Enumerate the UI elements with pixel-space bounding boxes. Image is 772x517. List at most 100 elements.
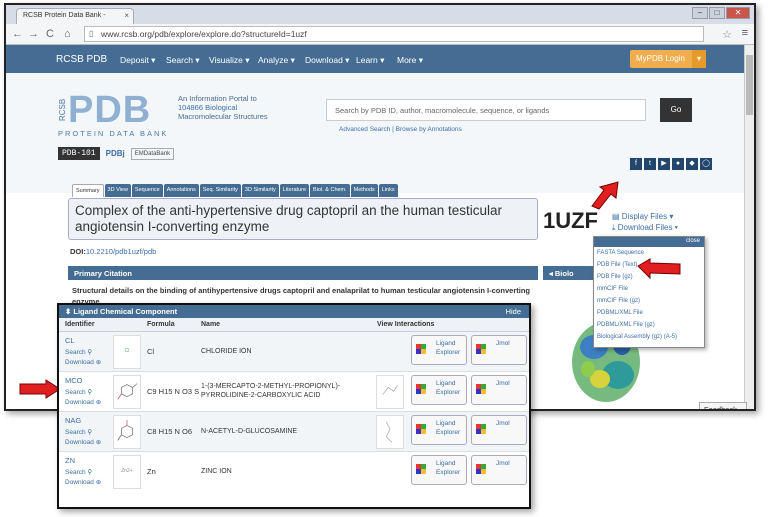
close-window-button[interactable]: ✕ bbox=[726, 7, 750, 19]
ligand-download-link[interactable]: Download ⊕ bbox=[65, 358, 101, 366]
facebook-icon[interactable]: f bbox=[630, 158, 642, 170]
menu-item-pdbml-gz[interactable]: PDBML/XML File (gz) bbox=[594, 319, 704, 331]
biological-assembly-header: ◂ Biolo bbox=[543, 266, 595, 280]
chevron-down-icon[interactable]: ▾ bbox=[692, 50, 706, 68]
navbar-brand[interactable]: RCSB PDB bbox=[56, 54, 107, 65]
minimize-button[interactable]: – bbox=[692, 7, 708, 19]
tab-sequence[interactable]: Sequence bbox=[131, 184, 163, 197]
ligand-search-link[interactable]: Search ⚲ bbox=[65, 428, 92, 436]
ligand-download-link[interactable]: Download ⊕ bbox=[65, 438, 101, 446]
tab-close-icon[interactable]: × bbox=[124, 11, 129, 20]
tab-literature[interactable]: Literature bbox=[279, 184, 310, 197]
ligand-explorer-icon bbox=[416, 344, 426, 354]
menu-item-mmcif[interactable]: mmCIF File bbox=[594, 283, 704, 295]
jmol-icon bbox=[476, 344, 486, 354]
tab-biol-chem[interactable]: Biol. & Chem. bbox=[310, 184, 350, 197]
ligand-id[interactable]: NAG bbox=[65, 416, 81, 425]
jmol-icon bbox=[476, 424, 486, 434]
nav-analyze[interactable]: Analyze ▾ bbox=[258, 55, 295, 66]
youtube-icon[interactable]: ▶ bbox=[658, 158, 670, 170]
ligand-structure-image[interactable]: Cl bbox=[113, 335, 141, 369]
portal-line: Macromolecular Structures bbox=[178, 112, 268, 121]
interaction-thumbnail[interactable] bbox=[376, 375, 404, 409]
apple-icon[interactable]: ● bbox=[672, 158, 684, 170]
feedback-button[interactable]: Feedback bbox=[699, 402, 747, 409]
tab-links[interactable]: Links bbox=[378, 184, 398, 197]
go-button[interactable]: Go bbox=[660, 98, 692, 122]
jmol-button[interactable]: Jmol bbox=[471, 415, 527, 445]
forward-icon[interactable]: → bbox=[28, 28, 39, 40]
ligand-download-link[interactable]: Download ⊕ bbox=[65, 478, 101, 486]
jmol-button[interactable]: Jmol bbox=[471, 375, 527, 405]
menu-close-button[interactable]: close bbox=[594, 237, 704, 247]
page-scrollbar[interactable] bbox=[744, 45, 754, 409]
scrollbar-thumb[interactable] bbox=[746, 55, 753, 115]
pdb101-logo[interactable]: PDB-101 bbox=[58, 147, 100, 160]
nav-search[interactable]: Search ▾ bbox=[166, 55, 200, 66]
tab-annotations[interactable]: Annotations bbox=[163, 184, 199, 197]
advanced-search-link[interactable]: Advanced Search | Browse by Annotations bbox=[339, 126, 462, 133]
jmol-icon bbox=[476, 464, 486, 474]
back-icon[interactable]: ← bbox=[12, 28, 23, 40]
social-icons: f t ▶ ● ◆ ◯ bbox=[630, 158, 712, 170]
red-arrow-icon bbox=[19, 379, 61, 399]
nav-visualize[interactable]: Visualize ▾ bbox=[209, 55, 250, 66]
browser-menu-icon[interactable]: ≡ bbox=[742, 27, 748, 39]
reload-icon[interactable]: C bbox=[46, 28, 54, 40]
android-icon[interactable]: ◆ bbox=[686, 158, 698, 170]
jmol-button[interactable]: Jmol bbox=[471, 455, 527, 485]
jmol-button[interactable]: Jmol bbox=[471, 335, 527, 365]
ligand-id[interactable]: MCO bbox=[65, 376, 83, 385]
pdbj-logo[interactable]: PDBj bbox=[106, 149, 125, 158]
download-files-dropdown[interactable]: ⤓ Download Files ▾ bbox=[612, 223, 678, 233]
ligand-search-link[interactable]: Search ⚲ bbox=[65, 388, 92, 396]
tab-3d-view[interactable]: 3D View bbox=[104, 184, 131, 197]
nav-download[interactable]: Download ▾ bbox=[305, 55, 349, 66]
github-icon[interactable]: ◯ bbox=[700, 158, 712, 170]
jmol-label: Jmol bbox=[496, 380, 510, 387]
interaction-thumbnail[interactable] bbox=[376, 415, 404, 449]
twitter-icon[interactable]: t bbox=[644, 158, 656, 170]
ligand-search-link[interactable]: Search ⚲ bbox=[65, 468, 92, 476]
ligand-id[interactable]: CL bbox=[65, 336, 75, 345]
nav-more[interactable]: More ▾ bbox=[397, 55, 423, 66]
portal-line: An Information Portal to bbox=[178, 94, 257, 103]
search-input[interactable]: Search by PDB ID, author, macromolecule,… bbox=[326, 99, 646, 121]
doi-link[interactable]: 10.2210/pdb1uzf/pdb bbox=[86, 247, 156, 256]
ligand-explorer-button[interactable]: Ligand Explorer bbox=[411, 455, 467, 485]
tab-bar: RCSB Protein Data Bank - × – □ ✕ bbox=[6, 5, 754, 24]
display-files-dropdown[interactable]: ▤ Display Files ▾ bbox=[612, 212, 673, 221]
mypdb-login-button[interactable]: MyPDB Login ▾ bbox=[630, 50, 706, 68]
bookmark-star-icon[interactable]: ☆ bbox=[722, 28, 732, 41]
menu-item-mmcif-gz[interactable]: mmCIF File (gz) bbox=[594, 295, 704, 307]
ligand-id[interactable]: ZN bbox=[65, 456, 75, 465]
ligand-structure-image[interactable] bbox=[113, 415, 141, 449]
table-row: MCO Search ⚲ Download ⊕ C9 H15 N O3 S 1-… bbox=[59, 372, 529, 412]
tab-methods[interactable]: Methods bbox=[350, 184, 378, 197]
portal-line: 104866 Biological bbox=[178, 103, 238, 112]
ligand-explorer-button[interactable]: Ligand Explorer bbox=[411, 375, 467, 405]
ligand-name: N-ACETYL-D-GLUCOSAMINE bbox=[201, 428, 298, 435]
nav-deposit[interactable]: Deposit ▾ bbox=[120, 55, 155, 66]
bio-header-label: Biolo bbox=[554, 269, 574, 278]
browser-tab[interactable]: RCSB Protein Data Bank - × bbox=[16, 8, 134, 24]
ligand-explorer-button[interactable]: Ligand Explorer bbox=[411, 335, 467, 365]
emdatabank-logo[interactable]: EMDataBank bbox=[130, 147, 175, 160]
home-icon[interactable]: ⌂ bbox=[64, 28, 71, 40]
logo-subtitle: PROTEIN DATA BANK bbox=[58, 129, 169, 138]
menu-item-bio-assembly[interactable]: Biological Assembly (gz) (A-5) bbox=[594, 331, 704, 343]
tab-summary[interactable]: Summary bbox=[72, 184, 104, 197]
ligand-explorer-button[interactable]: Ligand Explorer bbox=[411, 415, 467, 445]
ligand-search-link[interactable]: Search ⚲ bbox=[65, 348, 92, 356]
ligand-download-link[interactable]: Download ⊕ bbox=[65, 398, 101, 406]
ligand-structure-image[interactable] bbox=[113, 375, 141, 409]
login-label: MyPDB Login bbox=[636, 54, 685, 63]
nav-learn[interactable]: Learn ▾ bbox=[356, 55, 384, 66]
tab-3d-similarity[interactable]: 3D Similarity bbox=[241, 184, 279, 197]
hide-button[interactable]: Hide bbox=[506, 307, 521, 316]
menu-item-pdbml[interactable]: PDBML/XML File bbox=[594, 307, 704, 319]
tab-seq-similarity[interactable]: Seq. Similarity bbox=[199, 184, 241, 197]
maximize-button[interactable]: □ bbox=[709, 7, 725, 19]
address-input[interactable]: ▯ www.rcsb.org/pdb/explore/explore.do?st… bbox=[84, 26, 704, 42]
ligand-structure-image[interactable]: Zn2+ bbox=[113, 455, 141, 489]
